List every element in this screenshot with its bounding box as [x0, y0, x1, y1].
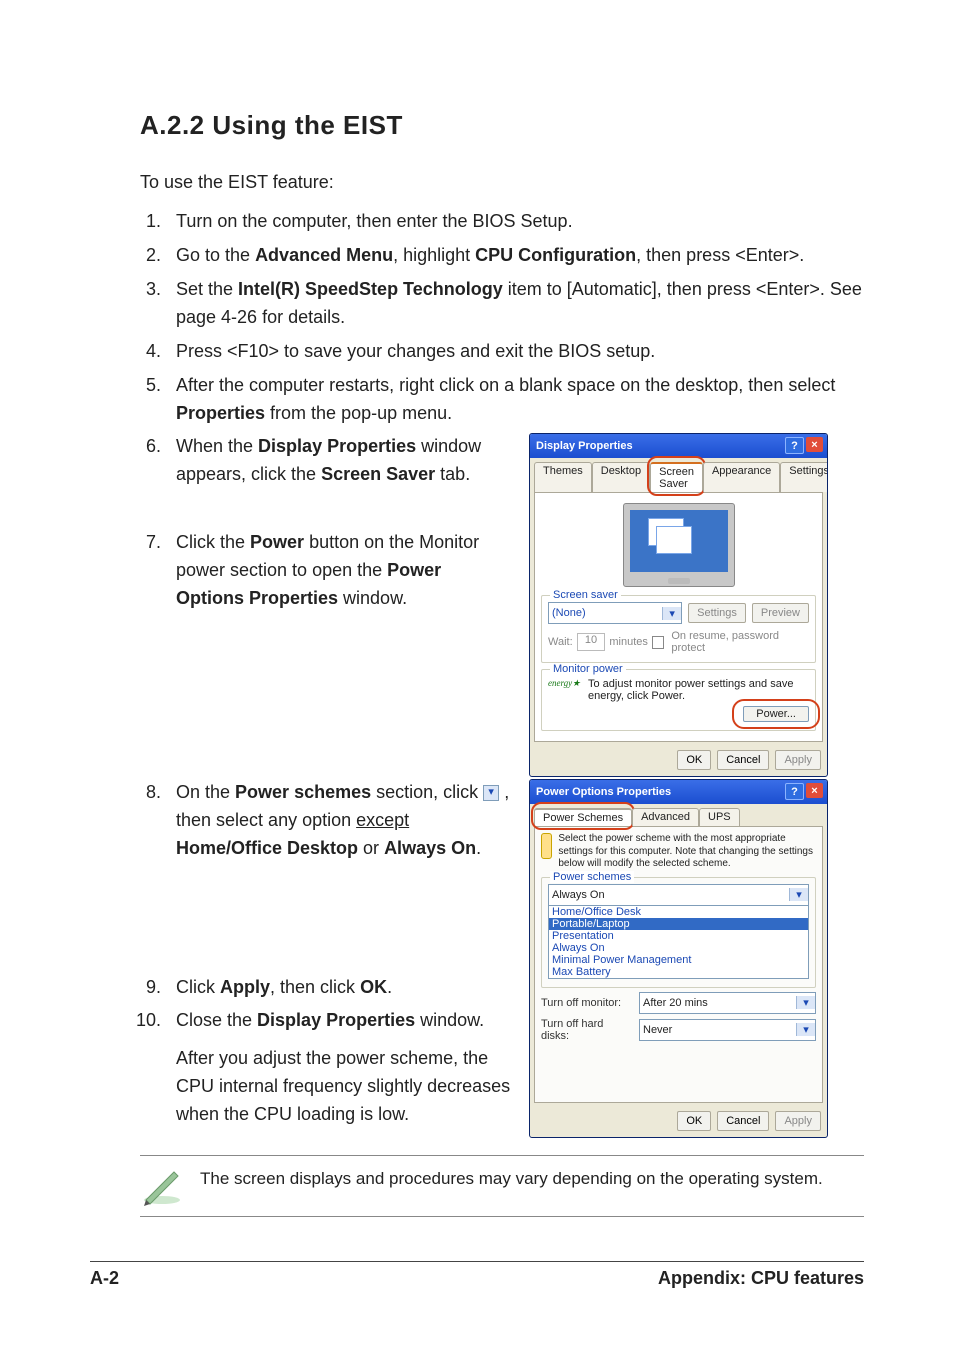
opt-max-battery[interactable]: Max Battery [549, 966, 808, 978]
power-options-window: Power Options Properties ? × Power Schem… [529, 779, 828, 1138]
after-note: After you adjust the power scheme, the C… [176, 1045, 511, 1129]
tab-power-schemes[interactable]: Power Schemes [534, 808, 632, 826]
dp-ok-button[interactable]: OK [677, 750, 711, 770]
instruction-list: Turn on the computer, then enter the BIO… [140, 208, 864, 1129]
power-scheme-options[interactable]: Home/Office Desk Portable/Laptop Present… [548, 906, 809, 979]
po-ok-button[interactable]: OK [677, 1111, 711, 1131]
power-button[interactable]: Power... [743, 706, 809, 722]
dp-apply-button[interactable]: Apply [775, 750, 821, 770]
footnote: The screen displays and procedures may v… [140, 1155, 864, 1217]
lead-text: To use the EIST feature: [140, 169, 864, 196]
screen-saver-group: Screen saver (None) ▾ Settings Preview [541, 595, 816, 663]
help-icon[interactable]: ? [785, 437, 804, 454]
display-properties-window: Display Properties ? × Themes Desktop Sc… [529, 433, 828, 777]
tab-ups[interactable]: UPS [699, 808, 740, 826]
section-heading: A.2.2 Using the EIST [140, 110, 864, 141]
preview-button[interactable]: Preview [752, 603, 809, 623]
step-7: Click the Power button on the Monitor po… [166, 529, 511, 753]
chevron-down-icon: ▾ [662, 607, 681, 620]
tab-desktop[interactable]: Desktop [592, 462, 650, 492]
step-10: Close the Display Properties window. Aft… [166, 1007, 511, 1129]
pencil-icon [140, 1166, 184, 1206]
step-9: Click Apply, then click OK. [166, 974, 511, 1002]
step-3: Set the Intel(R) SpeedStep Technology it… [166, 276, 864, 332]
turn-off-monitor-select[interactable]: After 20 mins ▾ [639, 992, 816, 1014]
opt-presentation[interactable]: Presentation [549, 930, 808, 942]
energy-star-icon: energy★ [548, 678, 582, 700]
footer-title: Appendix: CPU features [658, 1268, 864, 1289]
opt-min-power[interactable]: Minimal Power Management [549, 954, 808, 966]
resume-checkbox[interactable] [652, 636, 664, 649]
po-cancel-button[interactable]: Cancel [717, 1111, 769, 1131]
tab-themes[interactable]: Themes [534, 462, 592, 492]
tab-advanced[interactable]: Advanced [632, 808, 699, 826]
settings-button[interactable]: Settings [688, 603, 746, 623]
page-footer: A-2 Appendix: CPU features [90, 1261, 864, 1289]
dp-titlebar: Display Properties ? × [530, 434, 827, 458]
chevron-down-icon: ▾ [796, 996, 815, 1009]
po-title: Power Options Properties [536, 786, 671, 798]
step-4: Press <F10> to save your changes and exi… [166, 338, 864, 366]
display-properties-figure: Display Properties ? × Themes Desktop Sc… [529, 433, 864, 777]
monitor-preview [623, 503, 735, 587]
step-5: After the computer restarts, right click… [166, 372, 864, 428]
power-plug-icon [541, 833, 552, 859]
po-tabs: Power Schemes Advanced UPS [530, 804, 827, 826]
power-options-figure: Power Options Properties ? × Power Schem… [529, 779, 864, 1138]
tab-screen-saver[interactable]: Screen Saver [650, 462, 703, 492]
wait-row: Wait: 10 minutes On resume, password pro… [548, 630, 809, 654]
power-schemes-group: Power schemes Always On ▾ Home/Office De… [541, 877, 816, 988]
step-1: Turn on the computer, then enter the BIO… [166, 208, 864, 236]
chevron-down-icon: ▾ [796, 1023, 815, 1036]
opt-portable[interactable]: Portable/Laptop [549, 918, 808, 930]
step-2: Go to the Advanced Menu, highlight CPU C… [166, 242, 864, 270]
wait-spinner[interactable]: 10 [577, 633, 606, 651]
power-scheme-select[interactable]: Always On ▾ [548, 884, 809, 906]
chevron-down-icon: ▾ [789, 888, 808, 901]
turn-off-monitor-row: Turn off monitor: After 20 mins ▾ [541, 992, 816, 1014]
dp-title: Display Properties [536, 440, 633, 452]
po-apply-button[interactable]: Apply [775, 1111, 821, 1131]
dropdown-icon: ▾ [483, 785, 499, 801]
close-icon[interactable]: × [806, 783, 823, 798]
help-icon[interactable]: ? [785, 783, 804, 800]
opt-always-on[interactable]: Always On [549, 942, 808, 954]
tab-settings[interactable]: Settings [780, 462, 828, 492]
screen-saver-select[interactable]: (None) ▾ [548, 602, 682, 624]
page-number: A-2 [90, 1268, 119, 1289]
turn-off-hd-select[interactable]: Never ▾ [639, 1019, 816, 1041]
page: A.2.2 Using the EIST To use the EIST fea… [0, 0, 954, 1217]
tab-appearance[interactable]: Appearance [703, 462, 780, 492]
dp-tabs: Themes Desktop Screen Saver Appearance S… [530, 458, 827, 492]
monitor-power-group: Monitor power energy★ To adjust monitor … [541, 669, 816, 731]
close-icon[interactable]: × [806, 437, 823, 452]
turn-off-hd-row: Turn off hard disks: Never ▾ [541, 1018, 816, 1042]
dp-cancel-button[interactable]: Cancel [717, 750, 769, 770]
opt-home-office[interactable]: Home/Office Desk [549, 906, 808, 918]
po-titlebar: Power Options Properties ? × [530, 780, 827, 804]
